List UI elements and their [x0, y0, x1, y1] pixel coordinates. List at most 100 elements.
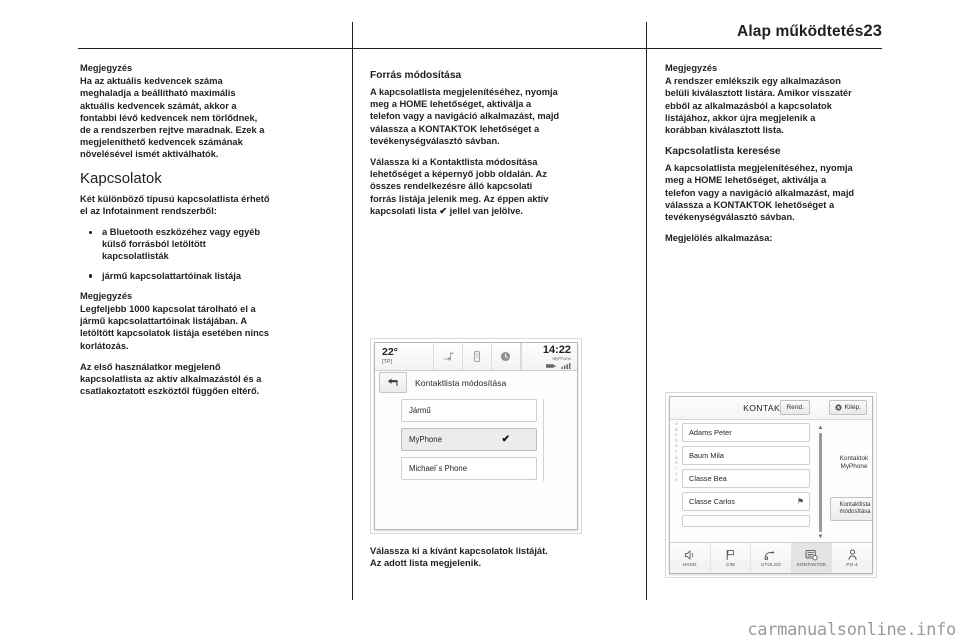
tp-label: [TP] [382, 359, 393, 365]
person-icon [847, 549, 858, 561]
closing-paragraph: Az első használatkor megjelenő kapcsolat… [80, 361, 262, 397]
kapcsolatok-intro: Két különböző típusú kapcsolatlista érhe… [80, 193, 270, 216]
infotainment-screen-contacts: KONTAKTOK Rend. Kilép. A B C D E F G H I [669, 396, 873, 574]
note-body: Ha az aktuális kedvencek száma meghaladj… [80, 76, 265, 160]
clock-icon[interactable] [490, 343, 520, 370]
nav-label: PO-4 [846, 562, 858, 567]
check-icon: ✔ [501, 434, 510, 445]
list-item[interactable]: Michael´s Phone [401, 457, 537, 480]
column-one: Megjegyzés Ha az aktuális kedvencek szám… [80, 62, 270, 406]
note3-body: A rendszer emlékszik egy alkalmazáson be… [665, 76, 852, 136]
figure-contacts: KONTAKTOK Rend. Kilép. A B C D E F G H I [665, 392, 877, 578]
nav-label: UTOLSÓ [760, 562, 781, 567]
index-letter: H [675, 461, 678, 466]
note-heading: Megjegyzés [80, 63, 133, 73]
infotainment-screen-source: 22° [TP] 14:22 MyPhone Kontaktlista módo… [374, 342, 578, 530]
section-heading-kapcsolatok: Kapcsolatok [80, 169, 162, 187]
connected-device-label: MyPhone [552, 355, 571, 361]
index-letter: E [675, 444, 678, 449]
nav-label: HANG [682, 562, 697, 567]
list-item: jármű kapcsolattartóinak listája [80, 270, 270, 282]
figure-contact-source: 22° [TP] 14:22 MyPhone Kontaktlista módo… [370, 338, 582, 534]
side-panel-label: Kontaktok MyPhone [839, 455, 869, 470]
section-heading-forras: Forrás módosítása [370, 70, 462, 81]
index-letter: J [675, 472, 678, 477]
scrollbar-thumb[interactable] [819, 433, 822, 532]
chevron-up-icon[interactable]: ▲ [818, 425, 824, 431]
page-header: Alap működtetés23 [78, 22, 882, 52]
sort-button-label: Rend. [786, 404, 804, 411]
nav-item-cim[interactable]: CÍM [711, 543, 752, 573]
nav-item-kontaktok[interactable]: KONTAKTOK [791, 543, 833, 573]
music-icon[interactable] [433, 343, 462, 370]
kereses-paragraph-1: A kapcsolatlista megjelenítéséhez, nyomj… [665, 163, 855, 223]
manual-page: Alap működtetés23 Megjegyzés Ha az aktuá… [0, 0, 960, 642]
note3-heading: Megjegyzés [665, 63, 718, 73]
nav-item-po4[interactable]: PO-4 [832, 543, 872, 573]
flag-icon [724, 549, 737, 561]
column-two: Forrás módosítása A kapcsolatlista megje… [370, 62, 560, 226]
chevron-down-icon[interactable]: ▼ [818, 534, 824, 540]
page-number: 23 [863, 22, 882, 40]
table-row[interactable]: Baum Mila [682, 446, 810, 465]
column-divider-1 [352, 22, 353, 600]
alphabet-index[interactable]: A B C D E F G H I J K [673, 422, 680, 483]
contact-name: Classe Carlos [689, 497, 736, 506]
watermark: carmanualsonline.info [747, 620, 956, 640]
forras-paragraph-1: A kapcsolatlista megjelenítéséhez, nyomj… [370, 87, 560, 146]
sort-button[interactable]: Rend. [780, 400, 810, 415]
list-item[interactable]: Jármű [401, 399, 537, 422]
contact-name: Adams Peter [689, 428, 732, 437]
table-row[interactable]: Classe Bea [682, 469, 810, 488]
list-item-label: Michael´s Phone [409, 464, 468, 473]
clock-time: 14:22 [542, 343, 571, 356]
index-letter: C [675, 433, 678, 438]
close-circle-icon [834, 404, 842, 411]
nav-label: CÍM [725, 562, 735, 567]
page-title: Alap működtetés23 [737, 22, 882, 41]
screen-title: Kontaktlista módosítása [415, 377, 507, 388]
table-row[interactable]: Classe Carlos ⚑ [682, 492, 810, 511]
index-letter: D [675, 438, 678, 443]
scrollbar[interactable]: ▲ ▼ [816, 425, 825, 540]
panel-divider [543, 399, 544, 481]
table-row[interactable]: Adams Peter [682, 423, 810, 442]
index-letter: A [675, 422, 678, 426]
note2-heading: Megjegyzés [80, 290, 133, 301]
index-letter: G [675, 455, 678, 460]
nav-label: KONTAKTOK [796, 562, 827, 567]
exit-button-label: Kilép. [844, 404, 862, 411]
voice-icon [683, 549, 697, 561]
forras-paragraph-3: Válassza ki a kívánt kapcsolatok listájá… [370, 546, 548, 569]
contacts-icon [804, 549, 819, 561]
column-divider-2 [646, 22, 647, 600]
forras-paragraph-2: Válassza ki a Kontaktlista módosítása le… [370, 157, 549, 216]
back-arrow-icon[interactable] [379, 372, 407, 393]
exit-button[interactable]: Kilép. [828, 400, 867, 415]
index-letter: B [675, 427, 678, 432]
index-letter: K [675, 477, 678, 482]
status-clock: 14:22 MyPhone [520, 343, 577, 370]
list-item-label: Jármű [409, 406, 431, 415]
status-temperature: 22° [TP] [375, 343, 433, 370]
contact-list-types: a Bluetooth eszközéhez vagy egyéb külső … [80, 226, 270, 282]
list-item: a Bluetooth eszközéhez vagy egyéb külső … [80, 226, 270, 263]
modify-contact-list-button[interactable]: Kontaktlista módosítása [830, 497, 872, 521]
list-item[interactable]: MyPhone ✔ [401, 428, 537, 451]
note2-body: Legfeljebb 1000 kapcsolat tárolható el a… [80, 304, 270, 351]
list-item-label: MyPhone [409, 435, 442, 444]
status-bar: 22° [TP] 14:22 MyPhone [375, 343, 577, 371]
contact-name: Baum Mila [689, 451, 724, 460]
nav-item-hang[interactable]: HANG [670, 543, 711, 573]
screen-title-row: Kontaktlista módosítása [375, 371, 577, 394]
flag-icon: ⚑ [796, 497, 804, 506]
section-heading-kereses: Kapcsolatlista keresése [665, 146, 781, 158]
page-title-text: Alap működtetés [737, 23, 864, 40]
signal-indicators [546, 362, 571, 369]
phone-icon[interactable] [461, 343, 491, 370]
contact-name: Classe Bea [689, 474, 727, 483]
nav-item-utolso[interactable]: UTOLSÓ [751, 543, 792, 573]
table-row[interactable] [682, 515, 810, 527]
modify-button-line1: Kontaktlista [839, 502, 871, 508]
index-letter: I [676, 466, 677, 471]
